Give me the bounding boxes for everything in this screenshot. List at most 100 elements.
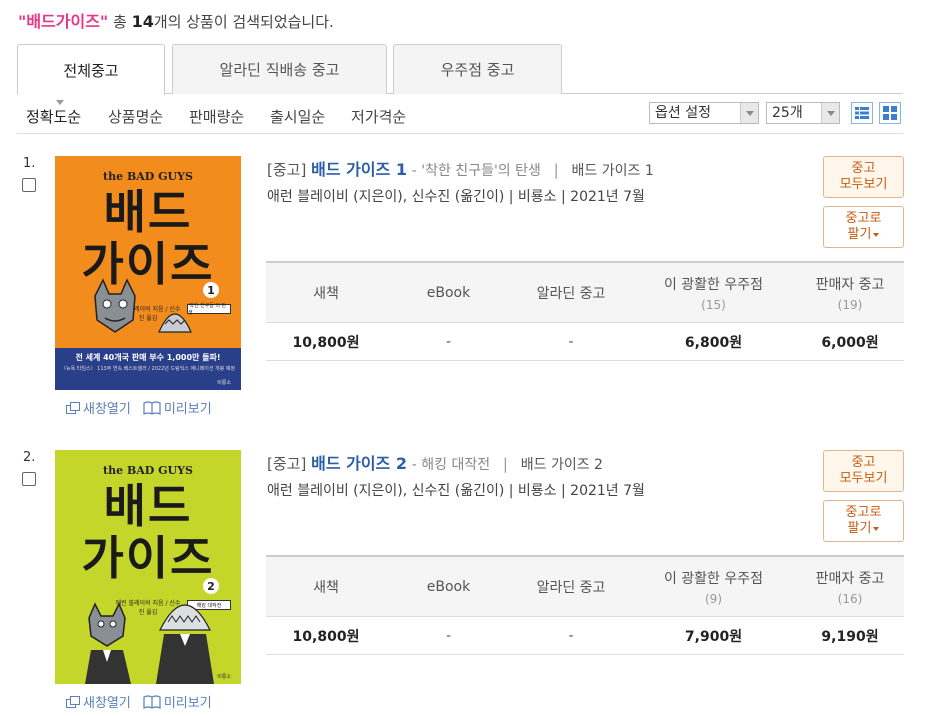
title-separator: | bbox=[502, 455, 508, 473]
sort-title[interactable]: 상품명순 bbox=[108, 106, 163, 127]
view-all-used-button[interactable]: 중고 모두보기 bbox=[823, 156, 904, 198]
sort-low-price[interactable]: 저가격순 bbox=[351, 106, 406, 127]
caret-down-icon bbox=[873, 232, 880, 237]
active-sort-caret-icon bbox=[56, 100, 64, 105]
per-page-value: 25개 bbox=[772, 105, 803, 121]
price-head-new: 새책 bbox=[313, 285, 339, 302]
item-title-link[interactable]: 배드 가이즈 1 bbox=[311, 160, 407, 179]
shark-illustration-icon bbox=[158, 313, 192, 333]
price-head-seller-used[interactable]: 판매자 중고 (16) bbox=[796, 557, 904, 616]
sell-used-label-2: 팔기 bbox=[847, 227, 872, 242]
sort-release-date[interactable]: 출시일순 bbox=[270, 106, 325, 127]
sort-sales[interactable]: 판매량순 bbox=[189, 106, 244, 127]
price-table: 새책 eBook 알라딘 중고 이 광활한 우주점 (15) 판매자 중고 (19)… bbox=[266, 261, 904, 361]
wolf-illustration-icon bbox=[94, 278, 136, 333]
price-table: 새책 eBook 알라딘 중고 이 광활한 우주점 (9) 판매자 중고 (16) … bbox=[266, 555, 904, 655]
cover-title: 배드 가이즈 bbox=[81, 185, 215, 291]
book-cover-image[interactable]: the BAD GUYS 배드 가이즈 1 애런 블레이비 지음 / 신수진 옮김… bbox=[55, 156, 241, 390]
price-aladin-used: - bbox=[568, 333, 574, 350]
preview-link[interactable]: 미리보기 bbox=[143, 692, 212, 711]
chevron-down-icon bbox=[740, 103, 758, 123]
view-all-used-label-1: 중고 bbox=[851, 161, 876, 176]
item-info: [중고] 배드 가이즈 1 - '착한 친구들'의 탄생 | 배드 가이즈 1 … bbox=[267, 156, 807, 206]
price-value-row: 10,800원 - - 6,800원 6,000원 bbox=[266, 323, 904, 361]
item-category: [중고] bbox=[267, 455, 307, 473]
wolf-suit-illustration-icon bbox=[85, 602, 131, 684]
option-setting-select[interactable]: 옵션 설정 bbox=[649, 102, 759, 124]
grid-view-icon[interactable] bbox=[879, 102, 901, 124]
price-head-new: 새책 bbox=[313, 579, 339, 596]
new-window-icon bbox=[66, 401, 80, 414]
item-checkbox[interactable] bbox=[22, 178, 36, 192]
item-series-link[interactable]: 배드 가이즈 1 bbox=[572, 163, 654, 179]
open-new-window-link[interactable]: 새창열기 bbox=[66, 692, 131, 711]
cover-publisher: 비룡소 bbox=[217, 380, 231, 386]
price-space-store[interactable]: 7,900원 bbox=[631, 617, 796, 654]
preview-link[interactable]: 미리보기 bbox=[143, 398, 212, 417]
price-head-aladin-used: 알라딘 중고 bbox=[536, 579, 606, 596]
summary-text-post: 개의 상품이 검색되었습니다. bbox=[153, 13, 334, 31]
sort-bar: 정확도순 상품명순 판매량순 출시일순 저가격순 옵션 설정 25개 bbox=[17, 96, 903, 134]
view-all-used-label-1: 중고 bbox=[851, 455, 876, 470]
price-head-aladin-used: 알라딘 중고 bbox=[536, 285, 606, 302]
tab-aladin-direct-used[interactable]: 알라딘 직배송 중고 bbox=[172, 44, 387, 94]
price-value-row: 10,800원 - - 7,900원 9,190원 bbox=[266, 617, 904, 655]
cover-links: 새창열기 미리보기 bbox=[66, 692, 212, 711]
open-new-window-label: 새창열기 bbox=[83, 402, 131, 417]
price-head-space-store[interactable]: 이 광활한 우주점 (9) bbox=[631, 557, 796, 616]
price-aladin-used: - bbox=[568, 627, 574, 644]
open-new-window-link[interactable]: 새창열기 bbox=[66, 398, 131, 417]
item-title-line: [중고] 배드 가이즈 1 - '착한 친구들'의 탄생 | 배드 가이즈 1 bbox=[267, 156, 807, 180]
preview-label: 미리보기 bbox=[163, 402, 212, 417]
preview-label: 미리보기 bbox=[163, 696, 212, 711]
cover-banner-note: 〈뉴욕 타임스〉 113주 연속 베스트셀러 / 2022년 드림웍스 애니메이… bbox=[60, 366, 236, 372]
item-meta[interactable]: 애런 블레이비 (지은이), 신수진 (옮긴이) | 비룡소 | 2021년 7… bbox=[267, 480, 807, 500]
price-header-row: 새책 eBook 알라딘 중고 이 광활한 우주점 (9) 판매자 중고 (16) bbox=[266, 557, 904, 617]
price-seller-used[interactable]: 6,000원 bbox=[796, 323, 904, 360]
book-preview-icon bbox=[143, 400, 161, 415]
item-series-link[interactable]: 배드 가이즈 2 bbox=[521, 457, 603, 473]
open-new-window-label: 새창열기 bbox=[83, 696, 131, 711]
sell-used-button[interactable]: 중고로 팔기 bbox=[823, 206, 904, 248]
option-setting-value: 옵션 설정 bbox=[655, 105, 711, 121]
item-title-link[interactable]: 배드 가이즈 2 bbox=[311, 454, 407, 473]
cover-publisher: 비룡소 bbox=[217, 674, 231, 680]
per-page-select[interactable]: 25개 bbox=[766, 102, 840, 124]
item-title-line: [중고] 배드 가이즈 2 - 해킹 대작전 | 배드 가이즈 2 bbox=[267, 450, 807, 474]
chevron-down-icon bbox=[821, 103, 839, 123]
item-subtitle: - 해킹 대작전 bbox=[411, 457, 491, 473]
price-ebook: - bbox=[445, 627, 452, 644]
cover-links: 새창열기 미리보기 bbox=[66, 398, 212, 417]
used-type-tabs: 전체중고 알라딘 직배송 중고 우주점 중고 bbox=[17, 44, 903, 95]
summary-text-pre: 총 bbox=[108, 13, 132, 31]
view-all-used-label-2: 모두보기 bbox=[839, 471, 888, 486]
item-meta[interactable]: 애런 블레이비 (지은이), 신수진 (옮긴이) | 비룡소 | 2021년 7… bbox=[267, 186, 807, 206]
tab-all-used[interactable]: 전체중고 bbox=[17, 44, 165, 95]
view-all-used-label-2: 모두보기 bbox=[839, 177, 888, 192]
result-count: 14 bbox=[131, 12, 154, 31]
sell-used-label-2: 팔기 bbox=[847, 521, 872, 536]
book-cover-image[interactable]: the BAD GUYS 배드 가이즈 2 애런 블레이비 지음 / 신수진 옮김… bbox=[55, 450, 241, 684]
book-preview-icon bbox=[143, 694, 161, 709]
view-all-used-button[interactable]: 중고 모두보기 bbox=[823, 450, 904, 492]
tab-space-store-used[interactable]: 우주점 중고 bbox=[393, 44, 562, 94]
sell-used-button[interactable]: 중고로 팔기 bbox=[823, 500, 904, 542]
list-view-icon[interactable] bbox=[851, 102, 873, 124]
cover-banner: 전 세계 40개국 판매 부수 1,000만 돌파! 〈뉴욕 타임스〉 113주… bbox=[55, 348, 241, 390]
item-category: [중고] bbox=[267, 161, 307, 179]
price-new[interactable]: 10,800원 bbox=[266, 617, 386, 654]
price-head-seller-used[interactable]: 판매자 중고 (19) bbox=[796, 263, 904, 322]
cover-brand: the BAD GUYS bbox=[103, 464, 193, 477]
item-subtitle: - '착한 친구들'의 탄생 bbox=[411, 163, 541, 179]
sort-accuracy[interactable]: 정확도순 bbox=[26, 106, 81, 127]
search-summary: "배드가이즈" 총 14개의 상품이 검색되었습니다. bbox=[18, 8, 334, 32]
new-window-icon bbox=[66, 695, 80, 708]
item-number: 1. bbox=[23, 156, 36, 171]
price-head-space-store[interactable]: 이 광활한 우주점 (15) bbox=[631, 263, 796, 322]
price-space-store[interactable]: 6,800원 bbox=[631, 323, 796, 360]
price-seller-used[interactable]: 9,190원 bbox=[796, 617, 904, 654]
item-checkbox[interactable] bbox=[22, 472, 36, 486]
title-separator: | bbox=[553, 161, 559, 179]
price-new[interactable]: 10,800원 bbox=[266, 323, 386, 360]
price-head-ebook: eBook bbox=[426, 578, 471, 595]
